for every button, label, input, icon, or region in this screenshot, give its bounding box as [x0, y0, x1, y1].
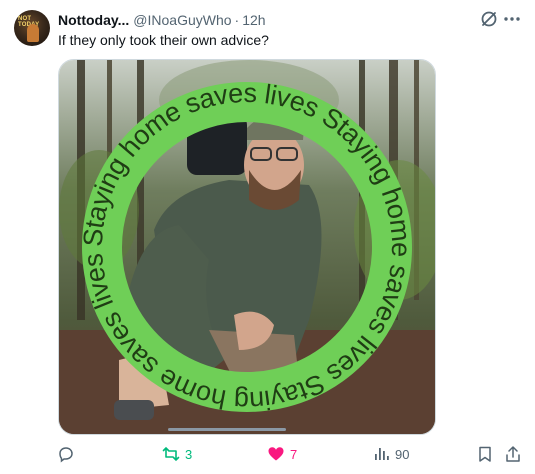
- tweet-actions: 3 7 90: [0, 444, 535, 464]
- bookmark-button[interactable]: [476, 444, 494, 464]
- user-handle[interactable]: @INoaGuyWho: [133, 12, 231, 28]
- repost-count: 3: [185, 446, 193, 462]
- reply-icon: [59, 447, 73, 463]
- display-name[interactable]: Nottoday...: [58, 12, 129, 28]
- repost-icon: [162, 446, 180, 462]
- media-scroll-indicator[interactable]: [168, 428, 286, 431]
- repost-button[interactable]: 3: [162, 444, 192, 464]
- like-button[interactable]: 7: [267, 444, 297, 464]
- views-count: 90: [395, 446, 410, 462]
- share-icon: [506, 446, 520, 462]
- tweet-text: If they only took their own advice?: [58, 32, 269, 48]
- more-icon[interactable]: [502, 9, 522, 29]
- tweet-media-image[interactable]: Staying home saves lives Staying home sa…: [58, 59, 436, 435]
- timestamp[interactable]: 12h: [242, 12, 265, 28]
- grok-icon[interactable]: [479, 9, 499, 29]
- views-button[interactable]: 90: [372, 444, 409, 464]
- share-button[interactable]: [504, 444, 522, 464]
- separator-dot: ·: [234, 12, 240, 28]
- like-count: 7: [290, 446, 298, 462]
- views-icon: [375, 448, 389, 460]
- avatar-figure: [27, 24, 39, 42]
- bookmark-icon: [479, 446, 491, 462]
- reply-button[interactable]: [57, 444, 80, 464]
- avatar[interactable]: NOT TODAY: [14, 10, 50, 46]
- tweet-header: Nottoday... @INoaGuyWho · 12h: [58, 11, 266, 29]
- heart-icon: [268, 447, 284, 461]
